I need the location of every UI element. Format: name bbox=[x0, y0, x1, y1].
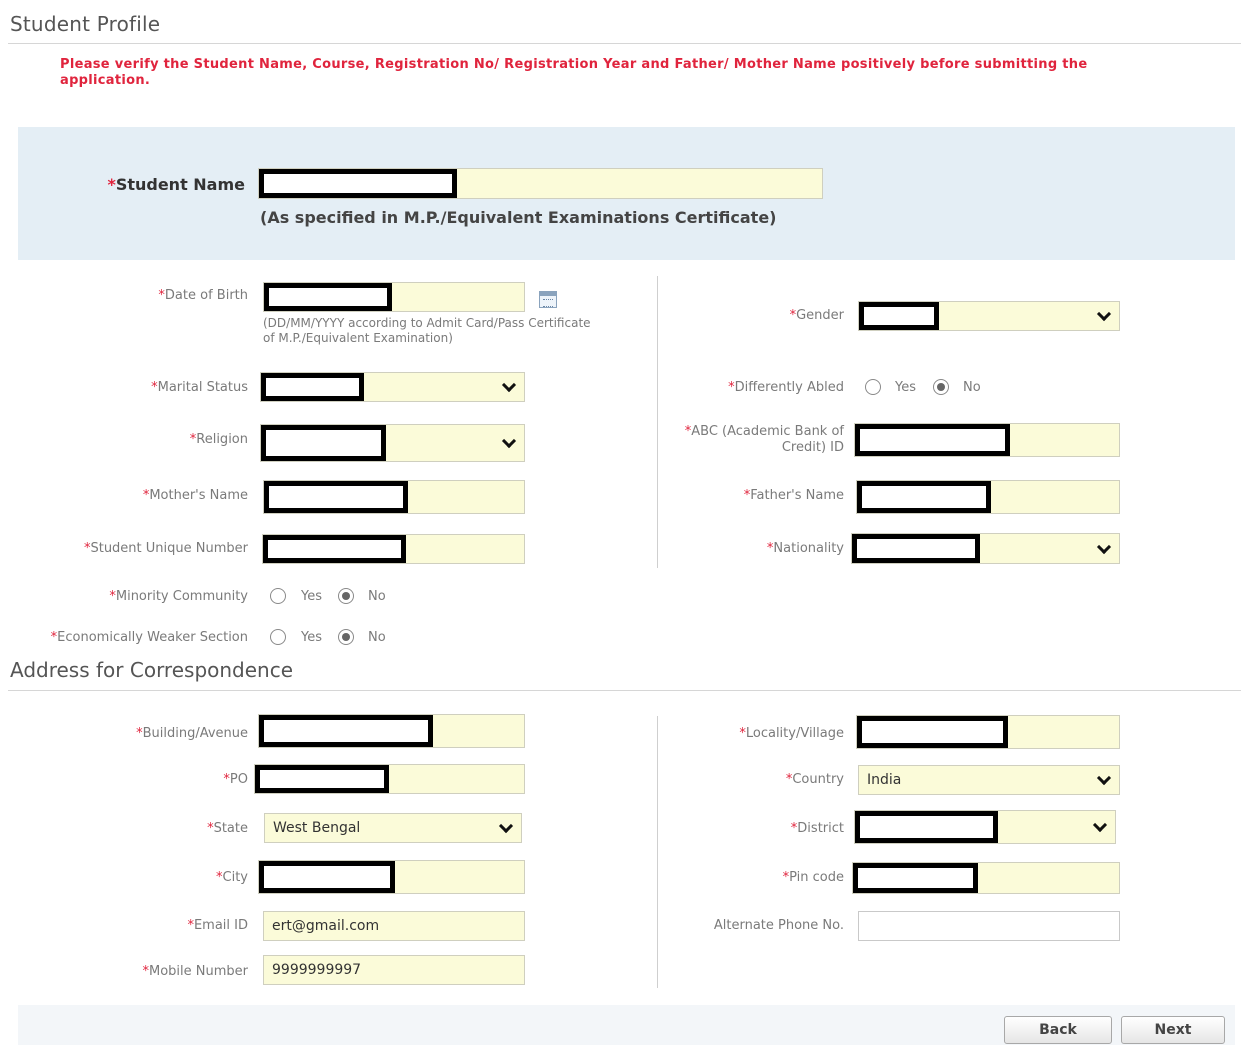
redacted-value bbox=[261, 425, 386, 461]
gender-select[interactable] bbox=[858, 301, 1120, 331]
locality-input[interactable] bbox=[856, 715, 1120, 749]
country-value: India bbox=[867, 772, 902, 788]
dob-input[interactable] bbox=[263, 282, 525, 312]
chevron-down-icon bbox=[1092, 817, 1108, 833]
alt-phone-input[interactable] bbox=[858, 911, 1120, 941]
city-label: *City bbox=[216, 870, 248, 885]
mobile-value: 9999999997 bbox=[272, 962, 362, 978]
state-label: *State bbox=[207, 821, 248, 836]
country-label: *Country bbox=[785, 772, 844, 787]
column-divider bbox=[657, 716, 658, 988]
state-select[interactable]: West Bengal bbox=[264, 813, 522, 843]
radio-no-label: No bbox=[368, 589, 386, 604]
redacted-value bbox=[263, 535, 406, 563]
redacted-value bbox=[853, 863, 978, 893]
mobile-label: *Mobile Number bbox=[142, 964, 249, 979]
radio-yes-label: Yes bbox=[301, 630, 322, 645]
alt-phone-label: Alternate Phone No. bbox=[713, 918, 844, 933]
title-divider bbox=[8, 43, 1241, 44]
address-section-title: Address for Correspondence bbox=[10, 658, 294, 682]
dob-label: *Date of Birth bbox=[158, 288, 248, 303]
country-select[interactable]: India bbox=[858, 765, 1120, 795]
differently-abled-yes-radio[interactable] bbox=[865, 379, 881, 395]
redacted-value bbox=[255, 765, 389, 793]
religion-label: *Religion bbox=[189, 432, 248, 447]
abc-id-label: *ABC (Academic Bank of Credit) ID bbox=[684, 424, 844, 455]
ews-label: *Economically Weaker Section bbox=[50, 630, 248, 645]
pin-code-label: *Pin code bbox=[782, 870, 844, 885]
calendar-icon[interactable] bbox=[539, 291, 557, 308]
page-title: Student Profile bbox=[10, 12, 161, 36]
state-value: West Bengal bbox=[273, 820, 361, 836]
back-button[interactable]: Back bbox=[1004, 1016, 1112, 1044]
radio-yes-label: Yes bbox=[895, 380, 916, 395]
differently-abled-no-radio[interactable] bbox=[933, 379, 949, 395]
gender-label: *Gender bbox=[789, 308, 844, 323]
mobile-input[interactable]: 9999999997 bbox=[263, 955, 525, 985]
ews-no-radio[interactable] bbox=[338, 629, 354, 645]
redacted-value bbox=[264, 283, 392, 311]
redacted-value bbox=[855, 811, 998, 843]
dob-hint: (DD/MM/YYYY according to Admit Card/Pass… bbox=[263, 316, 591, 345]
chevron-down-icon bbox=[1096, 539, 1112, 554]
redacted-value bbox=[852, 534, 980, 563]
fathers-name-label: *Father's Name bbox=[743, 488, 844, 503]
redacted-value bbox=[264, 481, 408, 513]
required-mark: * bbox=[107, 175, 116, 194]
redacted-value bbox=[857, 716, 1008, 748]
building-label: *Building/Avenue bbox=[136, 726, 248, 741]
radio-no-label: No bbox=[368, 630, 386, 645]
nationality-label: *Nationality bbox=[766, 541, 844, 556]
chevron-down-icon bbox=[501, 377, 517, 393]
locality-label: *Locality/Village bbox=[739, 726, 844, 741]
email-input[interactable]: ert@gmail.com bbox=[263, 911, 525, 941]
marital-status-select[interactable] bbox=[260, 372, 525, 402]
mothers-name-label: *Mother's Name bbox=[142, 488, 248, 503]
po-label: *PO bbox=[223, 772, 248, 787]
marital-status-label: *Marital Status bbox=[151, 380, 248, 395]
redacted-value bbox=[261, 373, 364, 401]
chevron-down-icon bbox=[1096, 770, 1112, 786]
redacted-value bbox=[859, 302, 939, 330]
verification-notice: Please verify the Student Name, Course, … bbox=[60, 57, 1088, 88]
pin-code-input[interactable] bbox=[852, 862, 1120, 894]
po-input[interactable] bbox=[254, 764, 525, 794]
section-divider bbox=[8, 690, 1241, 691]
differently-abled-label: *Differently Abled bbox=[728, 380, 844, 395]
redacted-value bbox=[857, 481, 991, 513]
city-input[interactable] bbox=[258, 860, 525, 894]
radio-yes-label: Yes bbox=[301, 589, 322, 604]
nationality-select[interactable] bbox=[851, 533, 1120, 564]
minority-community-label: *Minority Community bbox=[109, 589, 248, 604]
next-button[interactable]: Next bbox=[1121, 1016, 1225, 1044]
chevron-down-icon bbox=[1096, 306, 1112, 322]
redacted-value bbox=[259, 169, 457, 198]
email-label: *Email ID bbox=[187, 918, 248, 933]
student-name-input[interactable] bbox=[258, 168, 823, 199]
column-divider bbox=[657, 276, 658, 568]
email-value: ert@gmail.com bbox=[272, 918, 380, 934]
mothers-name-input[interactable] bbox=[263, 480, 525, 514]
student-unique-number-input[interactable] bbox=[262, 534, 525, 564]
student-name-label: *Student Name bbox=[107, 175, 245, 194]
redacted-value bbox=[259, 715, 433, 747]
religion-select[interactable] bbox=[260, 424, 525, 462]
redacted-value bbox=[855, 424, 1010, 456]
chevron-down-icon bbox=[498, 818, 514, 834]
abc-id-input[interactable] bbox=[854, 423, 1120, 457]
minority-yes-radio[interactable] bbox=[270, 588, 286, 604]
district-label: *District bbox=[790, 821, 844, 836]
redacted-value bbox=[259, 861, 395, 893]
fathers-name-input[interactable] bbox=[856, 480, 1120, 514]
building-input[interactable] bbox=[258, 714, 525, 748]
minority-no-radio[interactable] bbox=[338, 588, 354, 604]
district-select[interactable] bbox=[854, 810, 1116, 844]
radio-no-label: No bbox=[963, 380, 981, 395]
chevron-down-icon bbox=[501, 433, 517, 449]
ews-yes-radio[interactable] bbox=[270, 629, 286, 645]
student-name-hint: (As specified in M.P./Equivalent Examina… bbox=[260, 208, 777, 227]
student-unique-number-label: *Student Unique Number bbox=[83, 541, 248, 556]
